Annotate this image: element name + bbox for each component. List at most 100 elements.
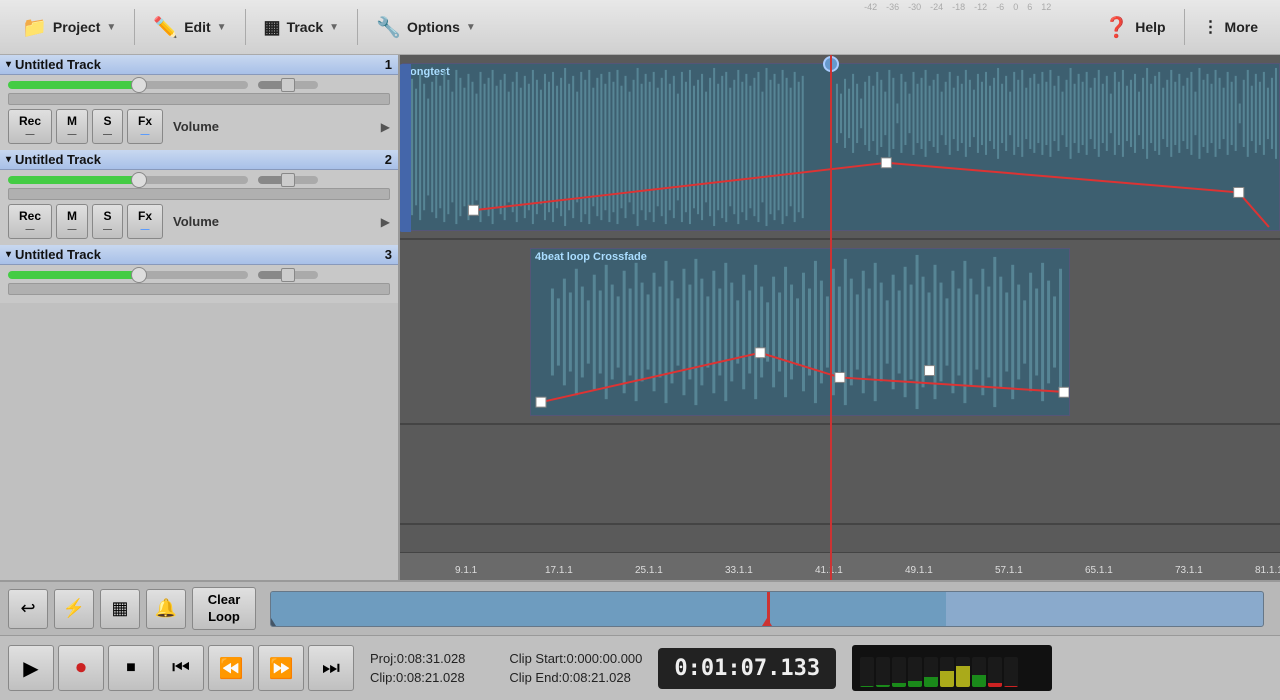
track-2-solo-btn[interactable]: S — bbox=[92, 204, 123, 239]
menu-project-label: Project bbox=[53, 19, 100, 35]
track-2-vol-label: Volume bbox=[173, 214, 219, 229]
menu-more[interactable]: ⋮ More bbox=[1189, 11, 1272, 43]
waveform-area[interactable]: longtest bbox=[400, 55, 1280, 580]
end-btn[interactable]: ⏭ bbox=[308, 645, 354, 691]
menu-options[interactable]: 🔧 Options ▼ bbox=[362, 9, 490, 46]
clip-1-left-handle[interactable] bbox=[400, 64, 411, 232]
loop-btn-2[interactable]: ⚡ bbox=[54, 589, 94, 629]
vu-labels: -42-36-30-24-18-12-60612 bbox=[864, 2, 1051, 12]
track-1-slider-row bbox=[8, 81, 390, 89]
tick-65: 65.1.1 bbox=[1085, 565, 1113, 576]
rewind-icon: ⏮ bbox=[172, 657, 190, 680]
time-display: Proj:0:08:31.028 Clip:0:08:21.028 bbox=[370, 651, 465, 685]
track-3-slider-row bbox=[8, 271, 390, 279]
ruler: 9.1.1 17.1.1 25.1.1 33.1.1 41.1.1 49.1.1… bbox=[400, 552, 1280, 580]
track-1-scrollbar[interactable] bbox=[8, 93, 390, 105]
clip-time: Clip:0:08:21.028 bbox=[370, 670, 465, 685]
record-btn[interactable]: ⏺ bbox=[58, 645, 104, 691]
more-icon: ⋮ bbox=[1203, 17, 1219, 37]
loop-controls: ↩ ⚡ ▦ 🔔 Clear Loop bbox=[0, 582, 1280, 636]
sep2 bbox=[245, 9, 246, 45]
tick-25: 25.1.1 bbox=[635, 565, 663, 576]
help-icon: ❓ bbox=[1104, 15, 1129, 40]
track-1-name: Untitled Track bbox=[15, 57, 101, 72]
track-2-header: ▾ Untitled Track 2 bbox=[0, 150, 398, 170]
options-icon: 🔧 bbox=[376, 15, 401, 40]
track-1-volume-slider[interactable] bbox=[8, 81, 248, 89]
track-1: ▾ Untitled Track 1 Rec — M — bbox=[0, 55, 398, 150]
rewind-btn[interactable]: ⏮ bbox=[158, 645, 204, 691]
loop-btn-1[interactable]: ↩ bbox=[8, 589, 48, 629]
track-1-fx-btn[interactable]: Fx — bbox=[127, 109, 163, 144]
track-1-controls: Rec — M — S — Fx — Volume bbox=[0, 75, 398, 150]
back-icon: ⏪ bbox=[219, 656, 244, 681]
clear-loop-btn[interactable]: Clear Loop bbox=[192, 587, 256, 631]
track-3-name: Untitled Track bbox=[15, 247, 101, 262]
track-icon: ▦ bbox=[264, 17, 281, 38]
track-1-vol-label: Volume bbox=[173, 119, 219, 134]
track-2-arrow[interactable]: ▶ bbox=[381, 215, 390, 229]
back-btn[interactable]: ⏪ bbox=[208, 645, 254, 691]
track-1-chevron[interactable]: ▾ bbox=[6, 59, 11, 70]
menu-project[interactable]: 📁 Project ▼ bbox=[8, 9, 130, 46]
clip-end-time: Clip End:0:08:21.028 bbox=[509, 670, 642, 685]
track-1-pan-slider[interactable] bbox=[258, 81, 318, 89]
loop-btn-4[interactable]: 🔔 bbox=[146, 589, 186, 629]
track-2-mute-btn[interactable]: M — bbox=[56, 204, 88, 239]
track-3-chevron[interactable]: ▾ bbox=[6, 249, 11, 260]
menu-edit[interactable]: ✏️ Edit ▼ bbox=[139, 9, 240, 46]
loop-btn-3[interactable]: ▦ bbox=[100, 589, 140, 629]
play-btn[interactable]: ▶ bbox=[8, 645, 54, 691]
forward-icon: ⏩ bbox=[269, 656, 294, 681]
track-2-volume-slider[interactable] bbox=[8, 176, 248, 184]
stop-btn[interactable]: ■ bbox=[108, 645, 154, 691]
menu-options-label: Options bbox=[407, 19, 460, 35]
menu-track-label: Track bbox=[287, 19, 324, 35]
vu-bars bbox=[860, 657, 1018, 687]
track-1-mute-btn[interactable]: M — bbox=[56, 109, 88, 144]
menu-track[interactable]: ▦ Track ▼ bbox=[250, 11, 354, 44]
menu-edit-label: Edit bbox=[184, 19, 210, 35]
forward-btn[interactable]: ⏩ bbox=[258, 645, 304, 691]
tick-73: 73.1.1 bbox=[1175, 565, 1203, 576]
track-2-scrollbar[interactable] bbox=[8, 188, 390, 200]
track-2: ▾ Untitled Track 2 Rec — M — bbox=[0, 150, 398, 245]
track-1-buttons: Rec — M — S — Fx — Volume bbox=[8, 109, 390, 144]
playhead bbox=[830, 55, 832, 580]
track-2-name: Untitled Track bbox=[15, 152, 101, 167]
tick-49: 49.1.1 bbox=[905, 565, 933, 576]
track-2-pan-slider[interactable] bbox=[258, 176, 318, 184]
track-3-scrollbar[interactable] bbox=[8, 283, 390, 295]
tracklist: ▾ Untitled Track 1 Rec — M — bbox=[0, 55, 400, 580]
clear-loop-line1: Clear bbox=[208, 592, 241, 607]
transport-bar: ▶ ⏺ ■ ⏮ ⏪ ⏩ ⏭ Proj:0:08:31.028 Clip:0:08… bbox=[0, 636, 1280, 700]
track-3-volume-slider[interactable] bbox=[8, 271, 248, 279]
track-1-rec-btn[interactable]: Rec — bbox=[8, 109, 52, 144]
project-chevron: ▼ bbox=[106, 22, 116, 33]
menu-help[interactable]: ❓ Help bbox=[1090, 9, 1179, 46]
edit-icon: ✏️ bbox=[153, 15, 178, 40]
tick-17: 17.1.1 bbox=[545, 565, 573, 576]
clip-3[interactable]: 4beat loop Crossfade bbox=[530, 248, 1070, 416]
project-icon: 📁 bbox=[22, 15, 47, 40]
bottom-bar: ↩ ⚡ ▦ 🔔 Clear Loop ▶ ⏺ ■ bbox=[0, 580, 1280, 700]
mini-start-tri bbox=[270, 618, 276, 626]
clip-times: Clip Start:0:000:00.000 Clip End:0:08:21… bbox=[509, 651, 642, 685]
track-1-solo-btn[interactable]: S — bbox=[92, 109, 123, 144]
track-3-controls bbox=[0, 265, 398, 303]
mini-timeline[interactable] bbox=[270, 591, 1264, 627]
clip-1[interactable]: longtest bbox=[402, 63, 1280, 231]
track-3-pan-slider[interactable] bbox=[258, 271, 318, 279]
clip-1-waveform bbox=[403, 64, 1279, 230]
track-1-arrow[interactable]: ▶ bbox=[381, 120, 390, 134]
track-2-fx-btn[interactable]: Fx — bbox=[127, 204, 163, 239]
sep1 bbox=[134, 9, 135, 45]
track-3-header: ▾ Untitled Track 3 bbox=[0, 245, 398, 265]
track-2-chevron[interactable]: ▾ bbox=[6, 154, 11, 165]
track-2-rec-btn[interactable]: Rec — bbox=[8, 204, 52, 239]
track-1-num: 1 bbox=[385, 57, 392, 72]
vu-meter: -42-36-30-24-18-12-60612 bbox=[852, 645, 1052, 691]
proj-time: Proj:0:08:31.028 bbox=[370, 651, 465, 666]
sep4 bbox=[1184, 9, 1185, 45]
end-icon: ⏭ bbox=[322, 657, 340, 680]
